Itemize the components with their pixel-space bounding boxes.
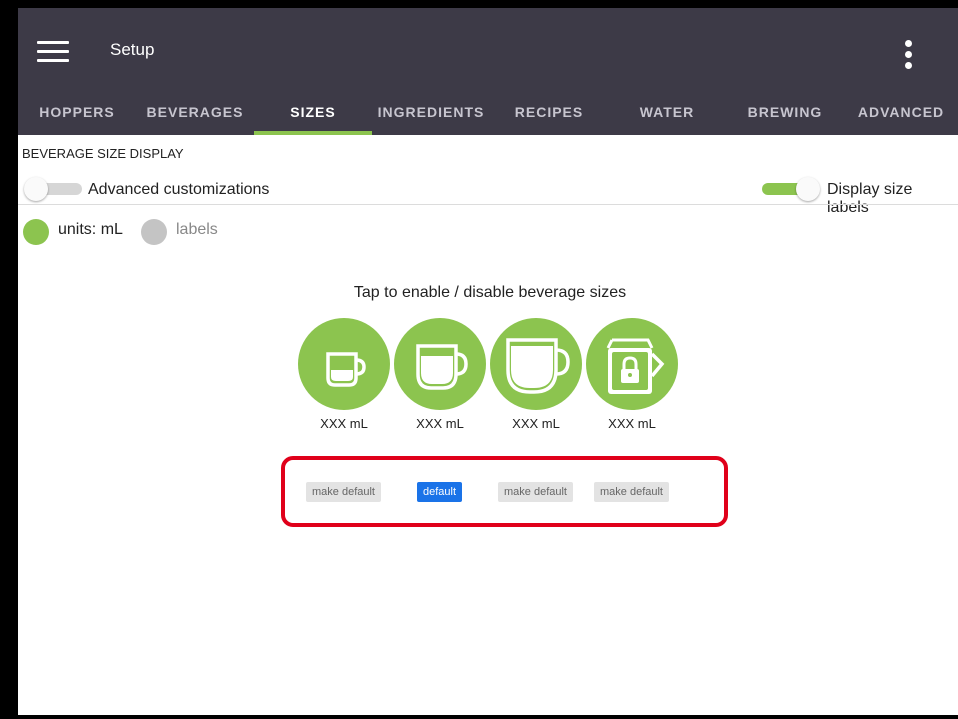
default-button[interactable]: default <box>417 482 463 502</box>
app-bar: Setup HOPPERS BEVERAGES SIZES INGREDIENT… <box>18 8 958 135</box>
setup-screen: Setup HOPPERS BEVERAGES SIZES INGREDIENT… <box>18 8 958 715</box>
make-default-button[interactable]: make default <box>306 482 381 502</box>
tab-hoppers[interactable]: HOPPERS <box>18 98 136 135</box>
toggle-knob <box>796 177 820 201</box>
size-option-3[interactable]: XXX mL <box>490 318 582 431</box>
medium-cup-icon <box>394 318 486 410</box>
tab-recipes[interactable]: RECIPES <box>490 98 608 135</box>
advanced-customizations-toggle[interactable] <box>20 176 82 202</box>
tab-brewing[interactable]: BREWING <box>726 98 844 135</box>
advanced-customizations-label: Advanced customizations <box>88 181 270 198</box>
make-default-button[interactable]: make default <box>594 482 669 502</box>
hamburger-menu-icon[interactable] <box>37 39 69 63</box>
size-option-1[interactable]: XXX mL <box>298 318 390 431</box>
tab-advanced[interactable]: ADVANCED <box>844 98 958 135</box>
size-option-4[interactable]: XXX mL <box>586 318 678 431</box>
toggle-knob <box>24 177 48 201</box>
units-radio-label: units: mL <box>58 221 123 238</box>
size-label: XXX mL <box>512 416 560 431</box>
tab-bar: HOPPERS BEVERAGES SIZES INGREDIENTS RECI… <box>18 98 958 135</box>
tab-beverages[interactable]: BEVERAGES <box>136 98 254 135</box>
sizes-instruction: Tap to enable / disable beverage sizes <box>353 284 627 301</box>
display-size-labels-toggle[interactable] <box>760 176 820 202</box>
labels-radio[interactable] <box>141 219 167 245</box>
size-option-2[interactable]: XXX mL <box>394 318 486 431</box>
large-cup-icon <box>490 318 582 410</box>
tab-sizes[interactable]: SIZES <box>254 98 372 135</box>
more-options-icon[interactable] <box>903 40 915 72</box>
tab-ingredients[interactable]: INGREDIENTS <box>372 98 490 135</box>
display-size-labels-label: Display size labels <box>827 181 913 216</box>
section-title: BEVERAGE SIZE DISPLAY <box>22 146 184 161</box>
size-label: XXX mL <box>608 416 656 431</box>
labels-radio-label: labels <box>176 221 218 238</box>
divider <box>18 204 958 205</box>
page-title: Setup <box>110 40 155 59</box>
units-radio[interactable] <box>23 219 49 245</box>
size-label: XXX mL <box>416 416 464 431</box>
locked-carafe-icon <box>586 318 678 410</box>
make-default-button[interactable]: make default <box>498 482 573 502</box>
size-label: XXX mL <box>320 416 368 431</box>
small-cup-icon <box>298 318 390 410</box>
tab-water[interactable]: WATER <box>608 98 726 135</box>
